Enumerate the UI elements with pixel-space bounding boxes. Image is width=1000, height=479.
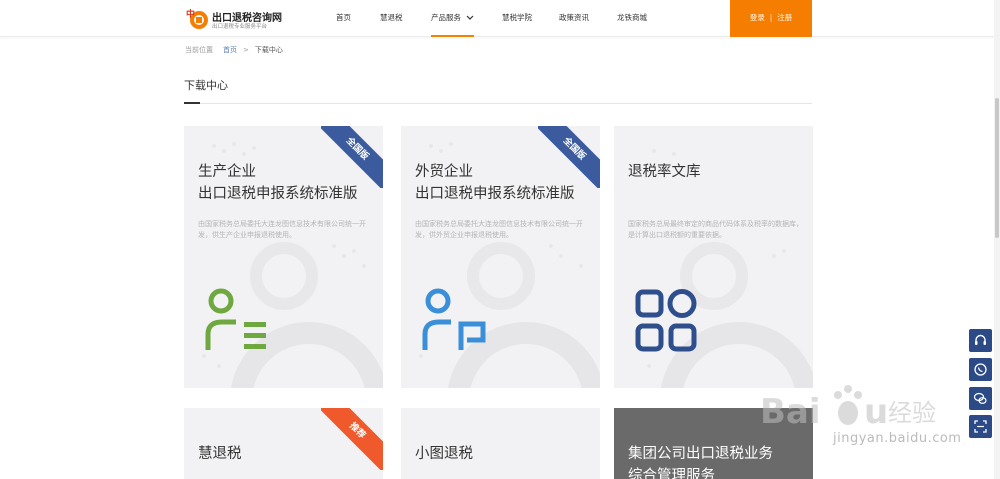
card-title: 外贸企业出口退税申报系统标准版 (415, 161, 575, 205)
nav-item-products[interactable]: 产品服务 (431, 0, 474, 37)
chat-icon (973, 392, 987, 404)
watermark-url: jingyan.baidu.com (833, 431, 962, 446)
nav-item-academy[interactable]: 慧税学院 (502, 0, 532, 37)
user-doc-icon (422, 288, 486, 350)
card-title-line1: 外贸企业 (415, 164, 473, 180)
headset-icon (975, 334, 986, 345)
card-title-line2: 综合管理服务 (628, 468, 715, 479)
top-header: 中 出口退税咨询网 出口退税专业服务平台 首页 慧退税 产品服务 慧税学院 政策… (0, 0, 1000, 37)
register-link[interactable]: 注册 (777, 13, 792, 22)
card-title-line2: 出口退税申报系统标准版 (198, 186, 358, 202)
title-accent-bar (184, 102, 200, 104)
site-logo[interactable]: 中 出口退税咨询网 出口退税专业服务平台 (185, 7, 305, 31)
scrollbar-track[interactable] (994, 0, 1000, 479)
svg-text:u: u (864, 392, 888, 432)
title-divider (184, 103, 812, 104)
login-link[interactable]: 登录 (750, 13, 765, 22)
card-title-line1: 慧退税 (198, 446, 242, 462)
card-title-line2: 出口退税申报系统标准版 (415, 186, 575, 202)
card-trade-enterprise[interactable]: 全国版 外贸企业 出口退税申报系统标准版 由国家税务总局委托大连龙图信息技术有限公… (401, 126, 600, 388)
scrollbar-thumb[interactable] (995, 98, 999, 238)
card-production-enterprise[interactable]: 全国版 生产企业 出口退税申报系统标准版 由国家税务总局委托大连龙图信息技术有限公… (184, 126, 383, 388)
whatsapp-icon (974, 363, 987, 376)
nav-item-smart-refund[interactable]: 慧退税 (380, 0, 403, 37)
card-xiaotu-refund[interactable]: 小图退税 (401, 408, 600, 479)
card-tax-rate-library[interactable]: 退税率文库 国家税务总局最终审定的商品代码体系及税率的数据库，是计算出口退税额的… (614, 126, 813, 388)
wechat-button[interactable] (969, 387, 992, 410)
breadcrumb-home-link[interactable]: 首页 (223, 46, 237, 54)
user-list-icon (205, 288, 266, 350)
logo-mark-icon: 中 (186, 8, 208, 29)
card-title-line1: 生产企业 (198, 164, 256, 180)
card-description: 由国家税务总局委托大连龙图信息技术有限公司统一开发，供外贸企业申报退税使用。 (415, 220, 583, 239)
nav-item-home[interactable]: 首页 (336, 0, 351, 37)
nav-item-policy[interactable]: 政策资讯 (559, 0, 589, 37)
card-title-line1: 小图退税 (415, 446, 473, 462)
svg-text:经验: 经验 (888, 399, 936, 427)
auth-separator: | (769, 13, 773, 22)
ribbon-badge: 推荐 (321, 408, 383, 470)
svg-text:中: 中 (186, 8, 195, 20)
customer-service-button[interactable] (969, 329, 992, 352)
nav-item-mall[interactable]: 龙铁商城 (617, 0, 647, 37)
breadcrumb: 当前位置 首页 > 下载中心 (185, 45, 283, 55)
card-smart-refund[interactable]: 推荐 慧退税 (184, 408, 383, 479)
page-title: 下载中心 (184, 79, 228, 92)
logo-subtitle: 出口退税专业服务平台 (212, 24, 268, 30)
breadcrumb-separator: > (243, 46, 249, 54)
breadcrumb-current: 下载中心 (254, 46, 283, 54)
ribbon-label: 推荐 (321, 408, 383, 470)
chevron-down-icon (466, 15, 474, 20)
card-description: 由国家税务总局委托大连龙图信息技术有限公司统一开发，供生产企业申报退税使用。 (198, 220, 366, 239)
phone-button[interactable] (969, 358, 992, 381)
grid-apps-icon (635, 289, 697, 352)
card-title: 生产企业出口退税申报系统标准版 (198, 161, 358, 205)
card-title: 集团公司出口退税业务综合管理服务 (628, 443, 773, 479)
scan-button[interactable] (969, 415, 992, 438)
card-description: 国家税务总局最终审定的商品代码体系及税率的数据库，是计算出口退税额的重要依据。 (628, 220, 803, 239)
card-title: 小图退税 (415, 443, 473, 465)
breadcrumb-prefix: 当前位置 (185, 46, 213, 54)
card-title-line1: 集团公司出口退税业务 (628, 446, 773, 462)
scan-icon (974, 420, 987, 433)
nav-item-products-label: 产品服务 (431, 13, 461, 22)
card-title: 慧退税 (198, 443, 242, 465)
auth-bar: 登录 | 注册 (730, 0, 812, 37)
card-group-company[interactable]: 集团公司出口退税业务综合管理服务 (614, 408, 813, 479)
card-title: 退税率文库 (628, 161, 701, 183)
card-title-line1: 退税率文库 (628, 164, 701, 180)
